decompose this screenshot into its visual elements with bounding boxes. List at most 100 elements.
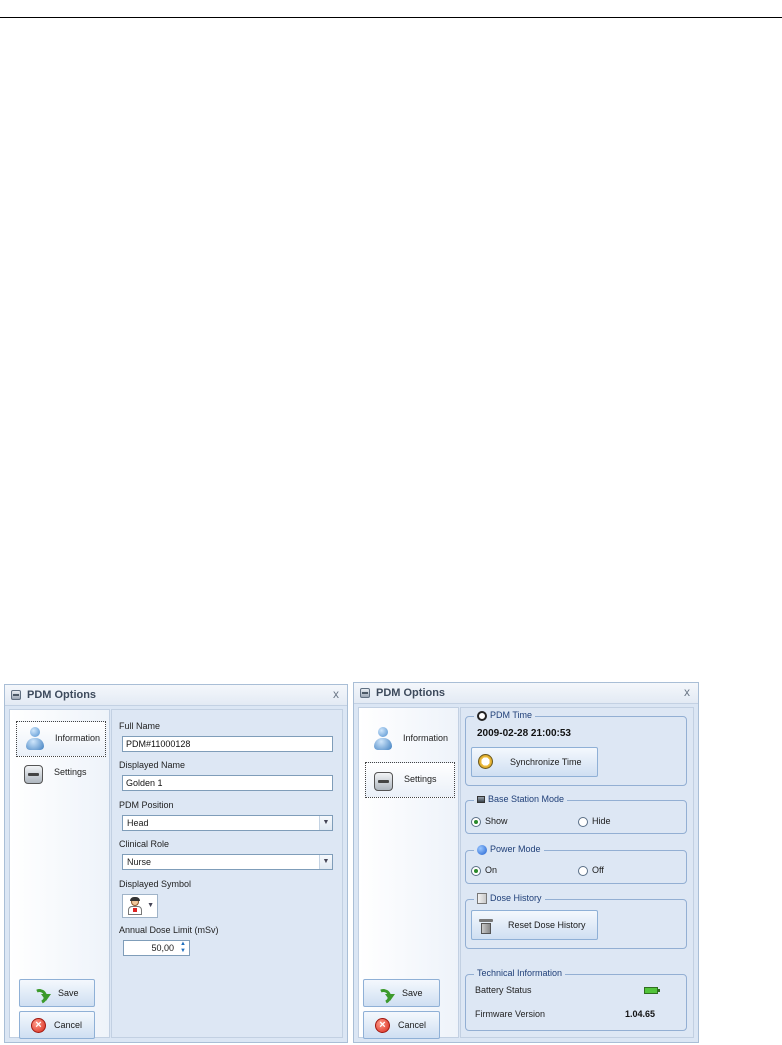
annual-dose-limit-value: 50,00 [151,943,174,953]
sync-clock-icon [478,754,493,769]
app-device-icon [360,688,370,698]
power-mode-title: Power Mode [474,844,544,855]
information-panel: Full Name Displayed Name PDM Position He… [111,709,343,1038]
cancel-button[interactable]: × Cancel [19,1011,95,1039]
app-device-icon [11,690,21,700]
power-icon [477,844,487,855]
base-station-mode-group: Base Station Mode Show Hide [465,794,687,834]
pdm-time-title-text: PDM Time [490,710,533,720]
synchronize-time-label: Synchronize Time [510,757,582,767]
sidebar-item-information[interactable]: Information [16,721,106,757]
radio-button[interactable] [578,816,588,827]
pdm-time-group: PDM Time 2009-02-28 21:00:53 Synchronize… [465,710,687,786]
displayed-symbol-picker[interactable]: ▼ [122,894,158,918]
synchronize-time-button[interactable]: Synchronize Time [471,747,598,777]
radio-off[interactable]: Off [578,865,604,876]
radio-on-label: On [485,865,498,875]
sidebar: Information Settings Save × Cancel [9,709,110,1039]
cancel-label: Cancel [54,1020,83,1030]
window-title: PDM Options [27,689,97,701]
technical-information-title: Technical Information [474,968,566,978]
pdm-time-title: PDM Time [474,710,536,721]
radio-button[interactable] [471,816,481,827]
dose-history-group: Dose History Reset Dose History [465,893,687,949]
settings-panel: PDM Time 2009-02-28 21:00:53 Synchronize… [460,707,694,1038]
displayed-name-label: Displayed Name [119,760,186,770]
clinical-role-label: Clinical Role [119,839,170,849]
person-icon [25,727,45,753]
device-icon [374,772,393,791]
firmware-version-label: Firmware Version [475,1009,546,1019]
save-button[interactable]: Save [19,979,95,1007]
sidebar-item-label: Information [55,733,101,743]
pdm-position-select[interactable]: Head ▼ [122,815,333,831]
radio-show-label: Show [485,816,508,826]
title-bar: PDM Options x [5,685,347,706]
power-mode-group: Power Mode On Off [465,844,687,884]
battery-icon [644,987,660,994]
chevron-down-icon[interactable]: ▼ [319,816,332,830]
reset-dose-history-label: Reset Dose History [508,920,586,930]
power-mode-title-text: Power Mode [490,844,541,854]
base-station-mode-title: Base Station Mode [474,794,568,804]
pdm-options-window-information: PDM Options x Information Settings Save … [4,684,348,1043]
sidebar: Information Settings Save × Cancel [358,707,459,1039]
technical-information-group: Technical Information Battery Status Fir… [465,968,687,1031]
radio-hide-label: Hide [592,816,611,826]
save-label: Save [58,988,79,998]
base-station-icon [477,796,485,804]
radio-on[interactable]: On [471,865,497,876]
dose-history-icon [477,893,487,905]
cancel-x-icon: × [31,1018,46,1033]
full-name-label: Full Name [119,721,161,731]
displayed-name-input[interactable] [122,775,333,791]
clinical-role-value: Nurse [127,857,152,867]
pdm-position-value: Head [127,818,149,828]
chevron-down-icon: ▼ [147,902,154,909]
sidebar-item-information[interactable]: Information [365,722,455,758]
sidebar-item-label: Information [403,733,449,743]
close-button[interactable]: x [333,687,339,701]
dose-history-title: Dose History [474,893,545,905]
sidebar-item-settings[interactable]: Settings [16,756,106,792]
annual-dose-limit-stepper[interactable]: 50,00 ▲ ▼ [123,940,190,956]
sidebar-item-label: Settings [54,767,87,777]
pdm-datetime: 2009-02-28 21:00:53 [477,728,571,739]
page-header-rule [0,17,782,18]
device-icon [24,765,43,784]
battery-status-label: Battery Status [475,985,532,995]
clinical-role-select[interactable]: Nurse ▼ [122,854,333,870]
annual-dose-limit-label: Annual Dose Limit (mSv) [119,925,219,935]
chevron-down-icon[interactable]: ▼ [319,855,332,869]
title-bar: PDM Options x [354,683,698,704]
save-label: Save [402,988,423,998]
radio-hide[interactable]: Hide [578,816,611,827]
cancel-x-icon: × [375,1018,390,1033]
dose-history-title-text: Dose History [490,893,542,903]
full-name-input[interactable] [122,736,333,752]
radio-button[interactable] [578,865,588,876]
close-button[interactable]: x [684,685,690,699]
pdm-options-window-settings: PDM Options x Information Settings Save … [353,682,699,1043]
save-button[interactable]: Save [363,979,440,1007]
person-icon [373,727,393,753]
firmware-version-value: 1.04.65 [625,1009,656,1019]
radio-off-label: Off [592,865,604,875]
nurse-symbol-icon [128,897,142,915]
cancel-label: Cancel [398,1020,427,1030]
reset-dose-history-button[interactable]: Reset Dose History [471,910,598,940]
trash-icon [479,917,493,934]
base-station-mode-title-text: Base Station Mode [488,794,565,804]
sidebar-item-settings[interactable]: Settings [365,762,455,798]
spin-arrows-icon[interactable]: ▲ ▼ [177,941,189,955]
save-arrow-icon [376,987,395,1001]
save-arrow-icon [32,987,51,1001]
radio-button[interactable] [471,865,481,876]
pdm-position-label: PDM Position [119,800,174,810]
cancel-button[interactable]: × Cancel [363,1011,440,1039]
radio-show[interactable]: Show [471,816,508,827]
sidebar-item-label: Settings [404,774,437,784]
displayed-symbol-label: Displayed Symbol [119,879,192,889]
clock-icon [477,710,487,721]
window-title: PDM Options [376,687,446,699]
